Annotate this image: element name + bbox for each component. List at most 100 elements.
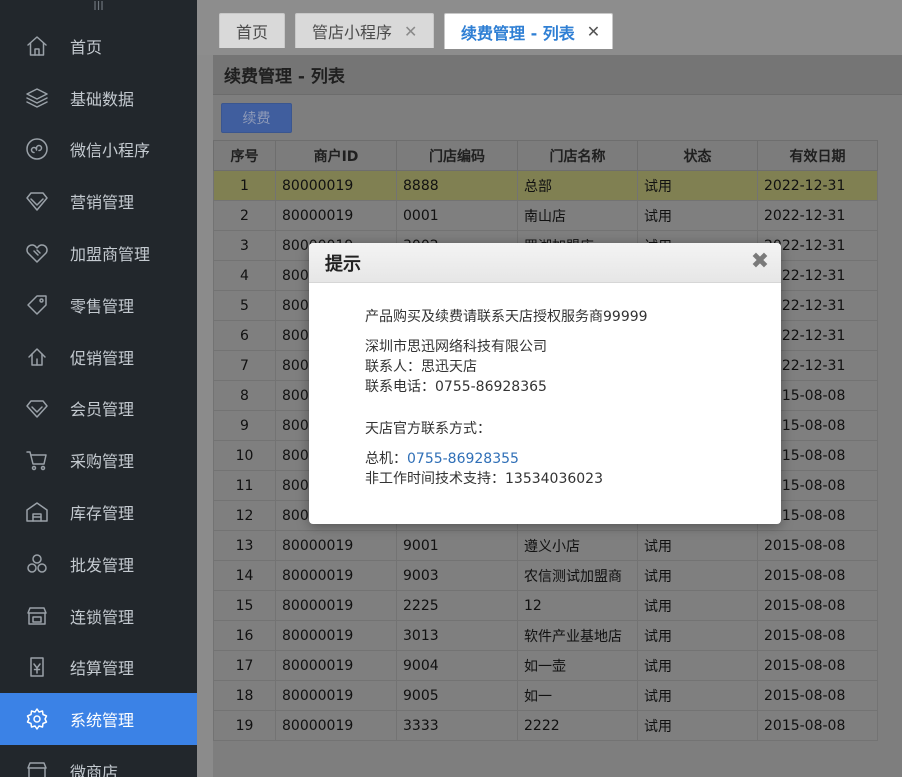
tab-miniprogram[interactable]: 管店小程序 ✕ bbox=[295, 13, 434, 48]
sidebar-item-label: 基础数据 bbox=[70, 89, 135, 109]
table-cell: 8 bbox=[213, 380, 276, 411]
settlement-icon bbox=[24, 654, 50, 680]
sidebar-item-system[interactable]: 系统管理 bbox=[0, 693, 197, 746]
table-cell: 试用 bbox=[637, 680, 758, 711]
contact-phone: 联系电话：0755-86928365 bbox=[365, 379, 547, 395]
column-header[interactable]: 门店名称 bbox=[517, 140, 638, 171]
sidebar-item-chain[interactable]: 连锁管理 bbox=[0, 590, 197, 642]
sidebar-item-franchise[interactable]: 加盟商管理 bbox=[0, 227, 197, 279]
table-cell: 11 bbox=[213, 470, 276, 501]
sidebar-item-purchase[interactable]: 采购管理 bbox=[0, 434, 197, 486]
price-tag-icon bbox=[24, 292, 50, 318]
table-cell: 9001 bbox=[396, 530, 518, 561]
table-cell: 南山店 bbox=[517, 200, 638, 231]
table-cell: 试用 bbox=[637, 620, 758, 651]
table-row[interactable]: 15 80000019 2225 12 试用 2015-08-08 bbox=[213, 590, 878, 621]
table-cell: 80000019 bbox=[275, 680, 397, 711]
switchboard-phone-link[interactable]: 0755-86928355 bbox=[407, 451, 519, 467]
table-row[interactable]: 2 80000019 0001 南山店 试用 2022-12-31 bbox=[213, 200, 878, 231]
sidebar-item-label: 会员管理 bbox=[70, 400, 135, 420]
table-cell: 2022-12-31 bbox=[757, 200, 878, 231]
column-header[interactable]: 状态 bbox=[637, 140, 758, 171]
diamond-icon bbox=[24, 188, 50, 214]
table-cell: 3333 bbox=[396, 710, 518, 741]
info-dialog: 提示 ✖ 产品购买及续费请联系天店授权服务商99999 深圳市思迅网络科技有限公… bbox=[309, 243, 781, 524]
table-row[interactable]: 17 80000019 9004 如一壶 试用 2015-08-08 bbox=[213, 650, 878, 681]
sidebar-item-basic-data[interactable]: 基础数据 bbox=[0, 72, 197, 124]
table-cell: 19 bbox=[213, 710, 276, 741]
sidebar-item-micro-shop[interactable]: 微商店 bbox=[0, 745, 197, 777]
tab-home[interactable]: 首页 bbox=[219, 13, 285, 48]
table-cell: 13 bbox=[213, 530, 276, 561]
dialog-header: 提示 ✖ bbox=[309, 243, 781, 283]
sidebar-item-label: 系统管理 bbox=[70, 711, 135, 731]
table-cell: 80000019 bbox=[275, 620, 397, 651]
dialog-body: 产品购买及续费请联系天店授权服务商99999 深圳市思迅网络科技有限公司 联系人… bbox=[309, 283, 781, 489]
table-row[interactable]: 19 80000019 3333 2222 试用 2015-08-08 bbox=[213, 710, 878, 741]
table-cell: 总部 bbox=[517, 170, 638, 201]
toolbar: 续费 bbox=[213, 95, 902, 140]
sidebar-item-promotion[interactable]: 促销管理 bbox=[0, 331, 197, 383]
table-cell: 如一 bbox=[517, 680, 638, 711]
renew-button[interactable]: 续费 bbox=[221, 102, 292, 133]
table-row[interactable]: 14 80000019 9003 农信测试加盟商 试用 2015-08-08 bbox=[213, 560, 878, 591]
switchboard: 总机：0755-86928355 bbox=[365, 449, 781, 469]
sidebar-item-retail[interactable]: 零售管理 bbox=[0, 279, 197, 331]
table-cell: 2022-12-31 bbox=[757, 170, 878, 201]
sidebar-item-inventory[interactable]: 库存管理 bbox=[0, 486, 197, 538]
table-cell: 5 bbox=[213, 290, 276, 321]
table-cell: 80000019 bbox=[275, 590, 397, 621]
tab-label: 续费管理 - 列表 bbox=[461, 23, 575, 43]
handshake-icon bbox=[24, 240, 50, 266]
sidebar-item-home[interactable]: 首页 bbox=[0, 20, 197, 72]
table-cell: 16 bbox=[213, 620, 276, 651]
table-row[interactable]: 18 80000019 9005 如一 试用 2015-08-08 bbox=[213, 680, 878, 711]
sidebar-item-member[interactable]: 会员管理 bbox=[0, 383, 197, 435]
sidebar-item-settlement[interactable]: 结算管理 bbox=[0, 642, 197, 694]
table-row[interactable]: 1 80000019 8888 总部 试用 2022-12-31 bbox=[213, 170, 878, 201]
wechat-miniprogram-icon bbox=[24, 136, 50, 162]
column-header[interactable]: 有效日期 bbox=[757, 140, 878, 171]
sidebar-item-wechat-miniprogram[interactable]: 微信小程序 bbox=[0, 124, 197, 176]
store-icon bbox=[24, 603, 50, 629]
table-cell: 软件产业基地店 bbox=[517, 620, 638, 651]
table-cell: 3 bbox=[213, 230, 276, 261]
table-cell: 9005 bbox=[396, 680, 518, 711]
sidebar-item-label: 零售管理 bbox=[70, 296, 135, 316]
table-cell: 0001 bbox=[396, 200, 518, 231]
table-cell: 18 bbox=[213, 680, 276, 711]
table-cell: 试用 bbox=[637, 590, 758, 621]
column-header[interactable]: 序号 bbox=[213, 140, 276, 171]
member-diamond-icon bbox=[24, 395, 50, 421]
sidebar-item-wholesale[interactable]: 批发管理 bbox=[0, 538, 197, 590]
purchase-notice: 产品购买及续费请联系天店授权服务商99999 bbox=[365, 309, 648, 325]
close-icon[interactable]: ✕ bbox=[587, 22, 600, 41]
sidebar-item-label: 首页 bbox=[70, 37, 103, 57]
tab-renewal-list[interactable]: 续费管理 - 列表 ✕ bbox=[444, 13, 613, 49]
table-row[interactable]: 16 80000019 3013 软件产业基地店 试用 2015-08-08 bbox=[213, 620, 878, 651]
sidebar-collapse-handle[interactable]: III bbox=[0, 0, 197, 20]
table-cell: 2 bbox=[213, 200, 276, 231]
cart-icon bbox=[24, 447, 50, 473]
table-cell: 2015-08-08 bbox=[757, 530, 878, 561]
table-cell: 试用 bbox=[637, 710, 758, 741]
sidebar-item-marketing[interactable]: 营销管理 bbox=[0, 175, 197, 227]
contact-person: 联系人：思迅天店 bbox=[365, 359, 477, 375]
close-icon[interactable]: ✖ bbox=[748, 250, 772, 274]
sidebar-item-label: 采购管理 bbox=[70, 452, 135, 472]
table-cell: 80000019 bbox=[275, 560, 397, 591]
table-cell: 1 bbox=[213, 170, 276, 201]
table-cell: 10 bbox=[213, 440, 276, 471]
shop-icon bbox=[24, 758, 50, 777]
sidebar-item-label: 营销管理 bbox=[70, 193, 135, 213]
table-row[interactable]: 13 80000019 9001 遵义小店 试用 2015-08-08 bbox=[213, 530, 878, 561]
table-cell: 2015-08-08 bbox=[757, 590, 878, 621]
table-cell: 试用 bbox=[637, 170, 758, 201]
table-cell: 试用 bbox=[637, 200, 758, 231]
column-header[interactable]: 商户ID bbox=[275, 140, 397, 171]
column-header[interactable]: 门店编码 bbox=[396, 140, 518, 171]
promotion-icon bbox=[24, 344, 50, 370]
page-title: 续费管理 - 列表 bbox=[213, 55, 902, 95]
table-cell: 2015-08-08 bbox=[757, 680, 878, 711]
close-icon[interactable]: ✕ bbox=[404, 22, 417, 41]
